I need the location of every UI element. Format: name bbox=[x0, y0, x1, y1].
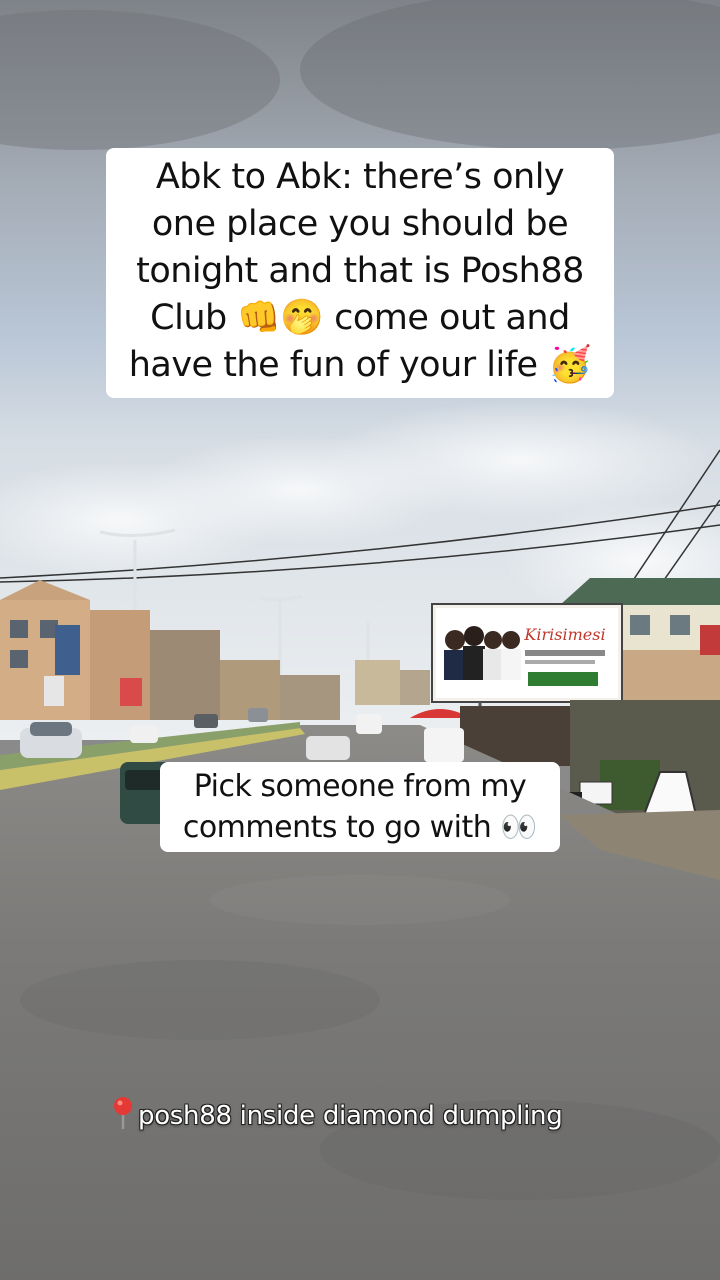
location-tag: posh88 inside diamond dumpling bbox=[112, 1096, 612, 1131]
middle-caption-line: Pick someone from my bbox=[193, 769, 527, 804]
location-text: posh88 inside diamond dumpling bbox=[138, 1101, 563, 1131]
top-caption-line: Club 👊🤭 come out and bbox=[150, 298, 570, 338]
top-caption-overlay: Abk to Abk: there’s only one place you s… bbox=[106, 148, 614, 398]
middle-caption-line: comments to go with 👀 bbox=[182, 810, 538, 845]
billboard-text: Kirisimesi bbox=[523, 625, 605, 644]
top-caption-line: tonight and that is Posh88 bbox=[136, 251, 584, 291]
top-caption-line: have the fun of your life 🥳 bbox=[128, 345, 592, 385]
top-caption-line: Abk to Abk: there’s only bbox=[155, 157, 565, 197]
map-pin-icon bbox=[114, 1097, 132, 1129]
middle-caption-overlay: Pick someone from my comments to go with… bbox=[160, 762, 560, 852]
top-caption-line: one place you should be bbox=[151, 204, 569, 244]
